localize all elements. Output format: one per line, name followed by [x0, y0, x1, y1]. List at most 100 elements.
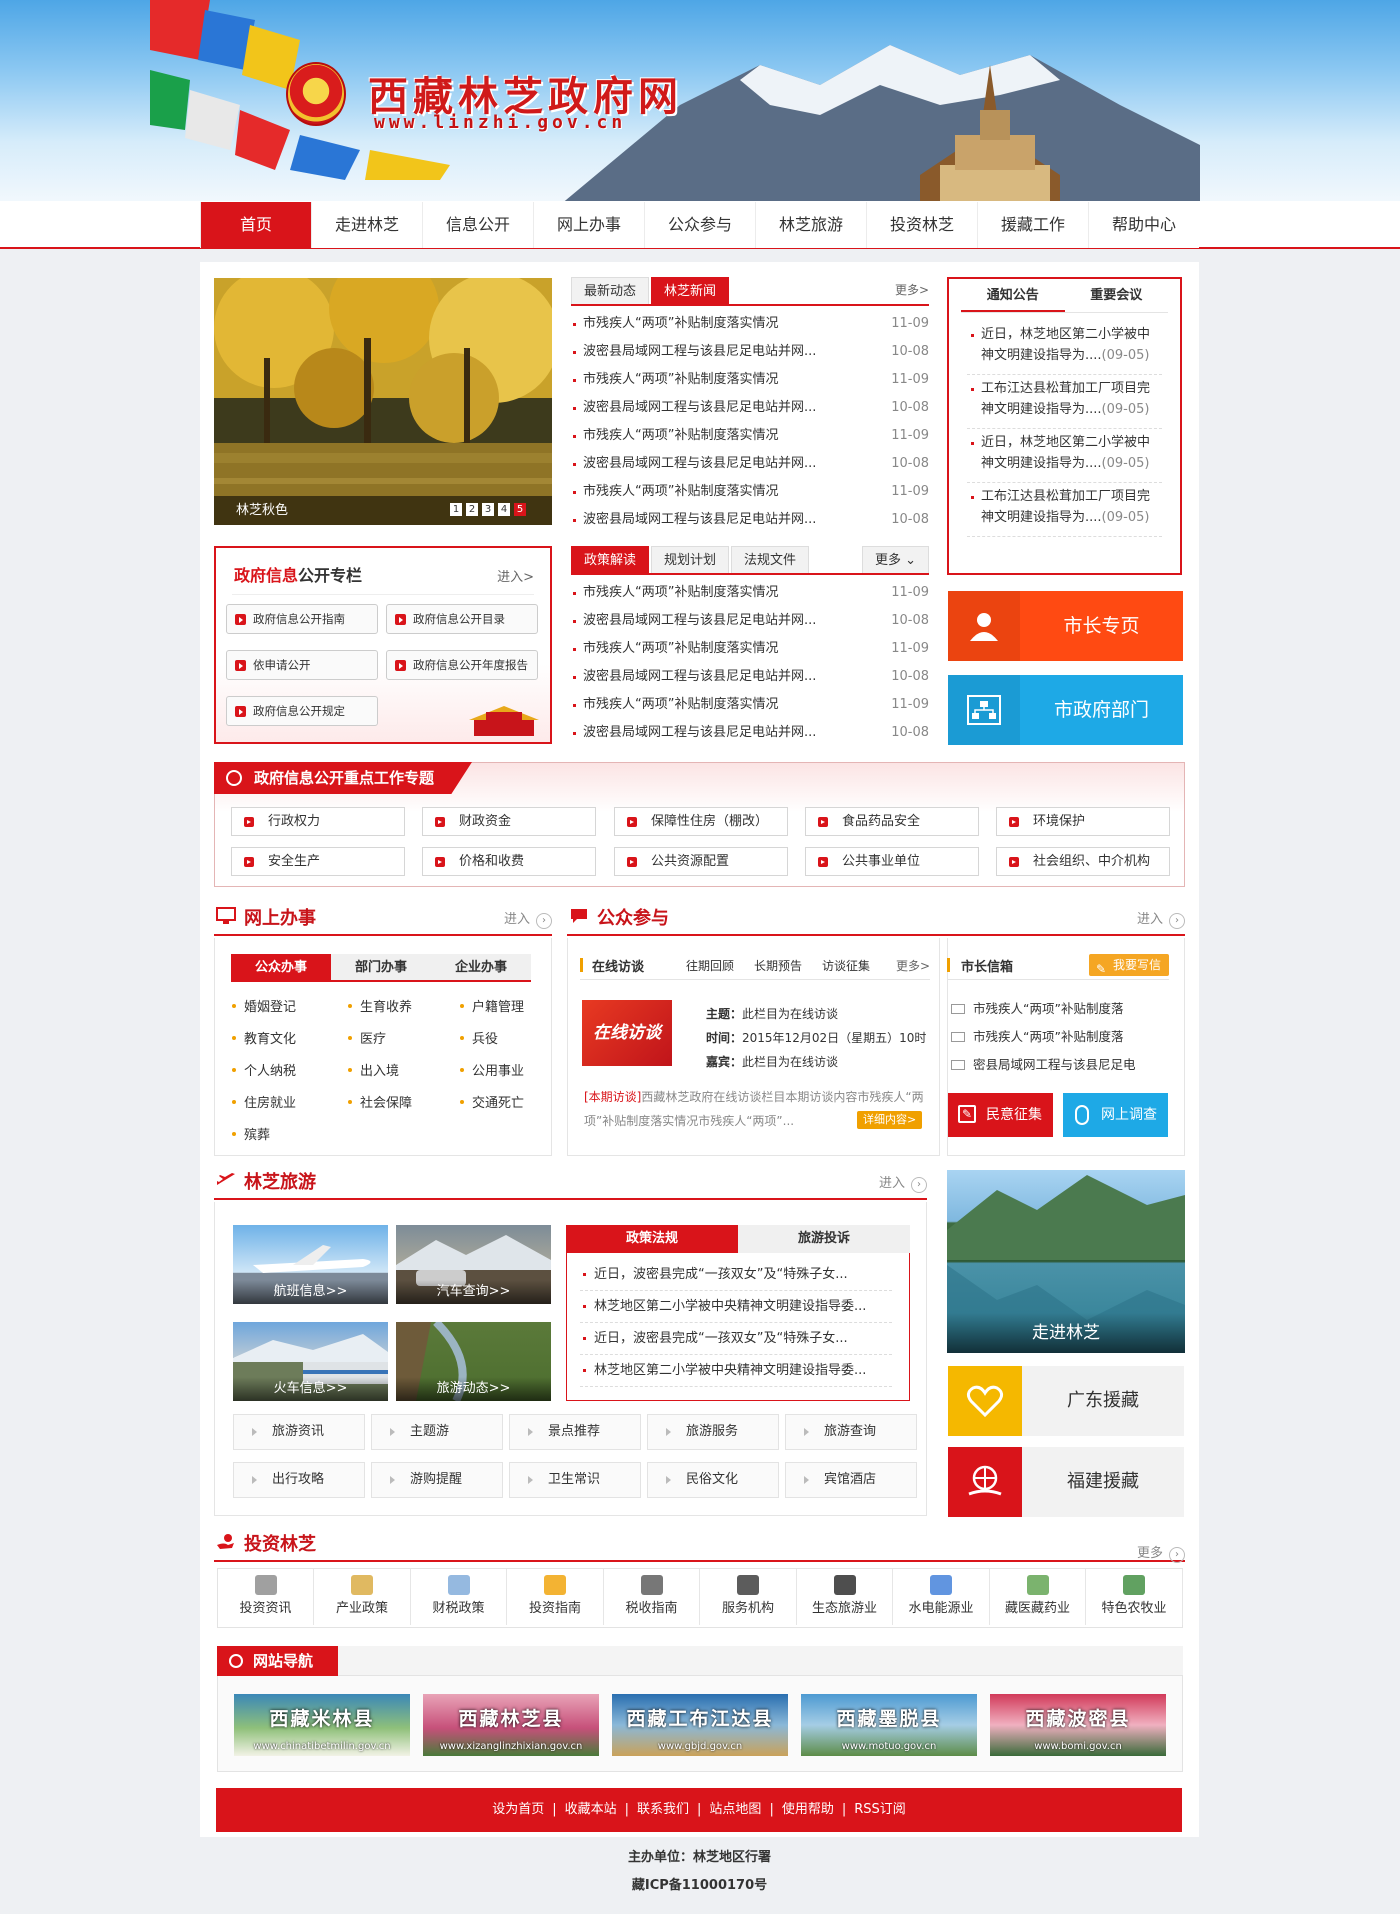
mailbox-item[interactable]: 市残疾人“两项”补贴制度落 — [949, 995, 1171, 1023]
service-link[interactable]: 殡葬 — [230, 1124, 270, 1143]
nav-item-online[interactable]: 网上办事 — [533, 202, 644, 248]
invest-item[interactable]: 水电能源业 — [894, 1569, 990, 1625]
footer-link[interactable]: 站点地图 — [709, 1802, 761, 1817]
write-letter-button[interactable]: ✎ 我要写信 — [1088, 954, 1169, 976]
guangdong-aid-button[interactable]: 广东援藏 — [948, 1366, 1184, 1436]
footer-link[interactable]: 设为首页 — [492, 1802, 544, 1817]
invest-item[interactable]: 投资指南 — [508, 1569, 604, 1625]
county-banner[interactable]: 西藏波密县 www.bomi.gov.cn — [990, 1694, 1166, 1756]
tourism-link[interactable]: 卫生常识 — [509, 1462, 641, 1498]
news-item[interactable]: 市残疾人“两项”补贴制度落实情况 11-09 — [571, 422, 929, 450]
tourism-policy-item[interactable]: 林芝地区第二小学被中央精神文明建设指导委... — [580, 1291, 892, 1323]
tab-past-interviews[interactable]: 往期回顾 — [686, 957, 734, 974]
tab-notices[interactable]: 通知公告 — [961, 279, 1065, 312]
news-item[interactable]: 波密县局域网工程与该县尼足电站并网... 10-08 — [571, 663, 929, 691]
online-survey-button[interactable]: 网上调查 — [1063, 1093, 1168, 1137]
slide-dot[interactable]: 1 — [450, 503, 462, 516]
topic-item[interactable]: 保障性住房（棚改） — [614, 807, 788, 836]
train-info-tile[interactable]: 火车信息>> — [233, 1322, 388, 1401]
invest-item[interactable]: 产业政策 — [315, 1569, 411, 1625]
nav-item-invest[interactable]: 投资林芝 — [866, 202, 977, 248]
nav-item-public[interactable]: 公众参与 — [644, 202, 755, 248]
news-item[interactable]: 市残疾人“两项”补贴制度落实情况 11-09 — [571, 366, 929, 394]
tourism-link[interactable]: 民俗文化 — [647, 1462, 779, 1498]
news-item[interactable]: 波密县局域网工程与该县尼足电站并网... 10-08 — [571, 719, 929, 747]
county-banner[interactable]: 西藏工布江达县 www.gbjd.gov.cn — [612, 1694, 788, 1756]
slideshow-image[interactable] — [214, 278, 552, 525]
news-item[interactable]: 市残疾人“两项”补贴制度落实情况 11-09 — [571, 691, 929, 719]
nav-item-info[interactable]: 信息公开 — [422, 202, 533, 248]
service-link[interactable]: 户籍管理 — [458, 996, 524, 1015]
topic-item[interactable]: 价格和收费 — [422, 847, 596, 876]
news-more-link[interactable]: 更多> — [895, 277, 929, 304]
tab-upcoming[interactable]: 长期预告 — [754, 957, 802, 974]
service-link[interactable]: 教育文化 — [230, 1028, 296, 1047]
tourism-link[interactable]: 游购提醒 — [371, 1462, 503, 1498]
news-item[interactable]: 波密县局域网工程与该县尼足电站并网... 10-08 — [571, 450, 929, 478]
tourism-policy-item[interactable]: 林芝地区第二小学被中央精神文明建设指导委... — [580, 1355, 892, 1387]
news-item[interactable]: 波密县局域网工程与该县尼足电站并网... 10-08 — [571, 394, 929, 422]
tab-linzhi-news[interactable]: 林芝新闻 — [651, 277, 730, 304]
service-link[interactable]: 社会保障 — [346, 1092, 412, 1111]
tab-policy-interpret[interactable]: 政策解读 — [571, 546, 650, 573]
footer-link[interactable]: RSS订阅 — [854, 1802, 906, 1817]
notice-item[interactable]: 近日，林芝地区第二小学被中神文明建设指导为....(09-05) — [967, 429, 1162, 483]
tab-interview-collect[interactable]: 访谈征集 — [822, 957, 870, 974]
news-item[interactable]: 市残疾人“两项”补贴制度落实情况 11-09 — [571, 635, 929, 663]
gov-depts-button[interactable]: 市政府部门 — [948, 675, 1183, 745]
tab-enterprise-services[interactable]: 企业办事 — [431, 954, 531, 982]
news-item[interactable]: 波密县局域网工程与该县尼足电站并网... 10-08 — [571, 607, 929, 635]
tab-latest[interactable]: 最新动态 — [571, 277, 650, 304]
footer-link[interactable]: 收藏本站 — [565, 1802, 617, 1817]
county-banner[interactable]: 西藏林芝县 www.xizanglinzhixian.gov.cn — [423, 1694, 599, 1756]
invest-item[interactable]: 生态旅游业 — [797, 1569, 893, 1625]
invest-item[interactable]: 投资资讯 — [218, 1569, 314, 1625]
slide-dot-active[interactable]: 5 — [514, 503, 526, 516]
news-item[interactable]: 市残疾人“两项”补贴制度落实情况 11-09 — [571, 478, 929, 506]
tourism-enter-link[interactable]: 进入 › — [879, 1172, 927, 1193]
footer-link[interactable]: 联系我们 — [637, 1802, 689, 1817]
opinion-collect-button[interactable]: ✎ 民意征集 — [948, 1093, 1053, 1137]
topic-item[interactable]: 行政权力 — [231, 807, 405, 836]
service-link[interactable]: 个人纳税 — [230, 1060, 296, 1079]
nav-item-tourism[interactable]: 林芝旅游 — [755, 202, 866, 248]
explore-linzhi-tile[interactable]: 走进林芝 — [947, 1170, 1185, 1353]
mailbox-item[interactable]: 密县局域网工程与该县尼足电 — [949, 1051, 1171, 1079]
news-item[interactable]: 波密县局域网工程与该县尼足电站并网... 10-08 — [571, 338, 929, 366]
news-item[interactable]: 波密县局域网工程与该县尼足电站并网... 10-08 — [571, 506, 929, 534]
tourism-link[interactable]: 出行攻略 — [233, 1462, 365, 1498]
nav-item-help[interactable]: 帮助中心 — [1088, 202, 1199, 248]
gov-info-rules-button[interactable]: 政府信息公开规定 — [226, 696, 378, 726]
online-services-enter-link[interactable]: 进入 › — [504, 908, 552, 929]
service-link[interactable]: 公用事业 — [458, 1060, 524, 1079]
bus-query-tile[interactable]: 汽车查询>> — [396, 1225, 551, 1304]
interview-more-link[interactable]: 更多> — [896, 957, 930, 974]
invest-more-link[interactable]: 更多 › — [1137, 1542, 1185, 1563]
invest-item[interactable]: 藏医藏药业 — [990, 1569, 1086, 1625]
service-link[interactable]: 兵役 — [458, 1028, 498, 1047]
notice-item[interactable]: 工布江达县松茸加工厂项目完神文明建设指导为....(09-05) — [967, 375, 1162, 429]
topic-item[interactable]: 公共资源配置 — [614, 847, 788, 876]
tourism-link[interactable]: 旅游资讯 — [233, 1414, 365, 1450]
service-link[interactable]: 出入境 — [346, 1060, 399, 1079]
apply-disclosure-button[interactable]: 依申请公开 — [226, 650, 378, 680]
nav-item-aid[interactable]: 援藏工作 — [977, 202, 1088, 248]
slide-dot[interactable]: 4 — [498, 503, 510, 516]
topic-item[interactable]: 公共事业单位 — [805, 847, 979, 876]
tourism-link[interactable]: 旅游查询 — [785, 1414, 917, 1450]
travel-news-tile[interactable]: 旅游动态>> — [396, 1322, 551, 1401]
topic-item[interactable]: 环境保护 — [996, 807, 1170, 836]
topic-item[interactable]: 安全生产 — [231, 847, 405, 876]
topic-item[interactable]: 食品药品安全 — [805, 807, 979, 836]
annual-report-button[interactable]: 政府信息公开年度报告 — [386, 650, 538, 680]
slide-dot[interactable]: 2 — [466, 503, 478, 516]
tab-tourism-policy[interactable]: 政策法规 — [566, 1225, 738, 1253]
fujian-aid-button[interactable]: 福建援藏 — [948, 1447, 1184, 1517]
online-interview-logo[interactable]: 在线访谈 — [582, 1000, 672, 1066]
tourism-link[interactable]: 宾馆酒店 — [785, 1462, 917, 1498]
topic-item[interactable]: 社会组织、中介机构 — [996, 847, 1170, 876]
service-link[interactable]: 交通死亡 — [458, 1092, 524, 1111]
nav-item-home[interactable]: 首页 — [200, 202, 311, 248]
invest-item[interactable]: 服务机构 — [701, 1569, 797, 1625]
news-item[interactable]: 市残疾人“两项”补贴制度落实情况 11-09 — [571, 310, 929, 338]
